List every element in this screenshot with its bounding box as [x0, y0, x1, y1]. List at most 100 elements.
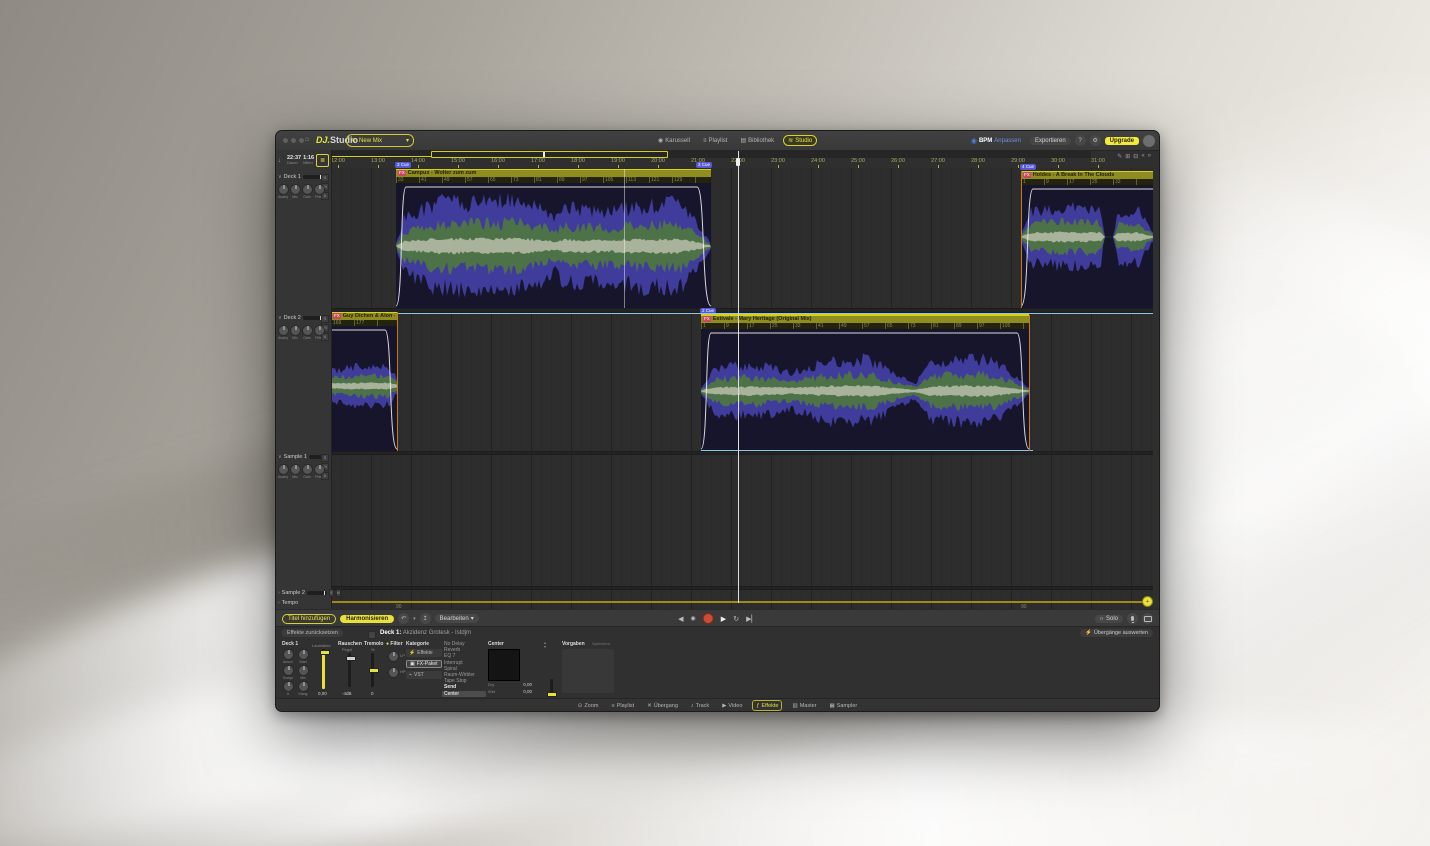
- playhead[interactable]: [738, 151, 739, 603]
- solo-button[interactable]: ∩ Solo: [1094, 614, 1123, 623]
- mix-knob[interactable]: [290, 464, 301, 475]
- harmonize-button[interactable]: Harmonisieren: [340, 614, 395, 623]
- fx-knob-anschlag[interactable]: [283, 649, 294, 660]
- loop-icon[interactable]: ↻: [733, 615, 739, 623]
- analog-knob[interactable]: [278, 325, 289, 336]
- wet-mix-slider-handle[interactable]: [547, 692, 557, 697]
- deck-row-tempo[interactable]: › Tempo: [278, 599, 329, 607]
- cue-chip[interactable]: 3 Cue: [395, 162, 412, 168]
- clip-title-bar[interactable]: FX Estivale - Mary Heritage (Original Mi…: [701, 315, 1029, 323]
- metronome-toggle-icon[interactable]: ◉: [691, 615, 696, 622]
- chevron-down-icon[interactable]: ▾: [413, 616, 416, 622]
- transition-marker[interactable]: [397, 312, 398, 451]
- playhead-handle[interactable]: [736, 158, 740, 166]
- volume-automation-line[interactable]: [331, 311, 397, 313]
- volume-slider-handle[interactable]: [320, 650, 330, 655]
- gain-knob[interactable]: [302, 325, 313, 336]
- share-icon[interactable]: ↥: [419, 613, 431, 624]
- timeline-overview[interactable]: [331, 151, 1091, 158]
- timeline-clip-deck1[interactable]: 3 Cue 3 Cue FX Campux - Wolter zum zum 3…: [395, 162, 712, 308]
- pencil-icon[interactable]: ✎: [1117, 153, 1122, 160]
- deck-row-header[interactable]: › Tempo: [278, 599, 329, 607]
- category-button-effekte[interactable]: ⚡ Effekte: [406, 649, 442, 657]
- user-avatar[interactable]: [1143, 134, 1155, 147]
- filter-knob[interactable]: [314, 464, 325, 475]
- clip-fx-badge[interactable]: FX: [1023, 172, 1031, 178]
- window-controls[interactable]: [283, 138, 307, 145]
- metronome-icon[interactable]: ♩: [278, 157, 285, 164]
- skip-back-icon[interactable]: ◀: [678, 615, 683, 623]
- filter-knob[interactable]: [314, 325, 325, 336]
- filter-lp-knob[interactable]: [388, 651, 399, 662]
- analog-knob[interactable]: [278, 464, 289, 475]
- deck-row-deck-2[interactable]: ∨ Deck 2 S M A Analog Mix Gain Filter: [278, 314, 329, 341]
- skip-forward-icon[interactable]: ▶▏: [746, 615, 757, 623]
- bottom-tab-effekte[interactable]: ƒ Effekte: [752, 700, 783, 711]
- transition-marker[interactable]: [1021, 171, 1022, 308]
- deck-volume-slider[interactable]: [302, 316, 323, 320]
- tempo-node[interactable]: +: [1142, 596, 1153, 607]
- home-icon[interactable]: ⌂: [305, 136, 309, 143]
- add-title-button[interactable]: Titel hinzufügen: [282, 613, 337, 624]
- chevron-down-icon[interactable]: ∨: [278, 174, 282, 180]
- deck-row-deck-1[interactable]: ∨ Deck 1 S M A Analog Mix Gain Filter: [278, 173, 329, 200]
- nav-tab-karussell[interactable]: ◉ Karussell: [654, 136, 694, 145]
- crossfade-automation-line[interactable]: [701, 449, 1033, 451]
- category-button-vst[interactable]: ⌁ VST: [406, 671, 442, 679]
- bpm-link[interactable]: Anpassen: [994, 138, 1021, 144]
- scroll-right-icon[interactable]: »: [1148, 153, 1151, 160]
- presets-list[interactable]: [562, 649, 614, 693]
- mute-button-s[interactable]: S: [321, 174, 329, 182]
- stepper-down-icon[interactable]: ▾: [544, 644, 546, 649]
- chevron-down-icon[interactable]: ∨: [278, 454, 282, 460]
- effect-list-item[interactable]: Center: [442, 690, 486, 697]
- timeline-clip-deck2[interactable]: 2 Cue FX Estivale - Mary Heritage (Origi…: [700, 308, 1029, 451]
- clip-waveform[interactable]: [396, 183, 711, 308]
- chevron-right-icon[interactable]: ›: [278, 590, 280, 596]
- filter-hp-knob[interactable]: [388, 667, 399, 678]
- export-button[interactable]: Exportieren: [1029, 136, 1071, 145]
- mix-knob[interactable]: [290, 325, 301, 336]
- mix-knob[interactable]: [290, 184, 301, 195]
- chevron-right-icon[interactable]: ›: [278, 600, 280, 606]
- gain-knob[interactable]: [302, 464, 313, 475]
- edit-menu-button[interactable]: Bearbeiten ▾: [434, 614, 479, 623]
- fx-knob-kompens.[interactable]: [283, 665, 294, 676]
- zoom-out-icon[interactable]: ⊟: [1133, 153, 1138, 160]
- tremolo-slider-handle[interactable]: [369, 668, 379, 673]
- clip-title-bar[interactable]: FX Guy Dichen & Alon - Sea of Sand: [331, 312, 397, 320]
- category-button-fx-paket[interactable]: ▣ FX-Paket: [406, 660, 442, 668]
- scroll-left-icon[interactable]: «: [1141, 153, 1144, 160]
- upgrade-button[interactable]: Upgrade: [1104, 136, 1139, 145]
- nav-tab-studio[interactable]: ≋ Studio: [783, 135, 818, 146]
- volume-automation-line[interactable]: [1021, 170, 1153, 172]
- nav-tab-playlist[interactable]: ≡ Playlist: [699, 137, 732, 145]
- timeline-clip-deck1[interactable]: 4 Cue FX Holdes - A Break In The Clouds …: [1020, 164, 1153, 308]
- tempo-automation-line[interactable]: [331, 601, 1153, 603]
- transition-marker[interactable]: [1029, 315, 1030, 451]
- fx-knob-klang[interactable]: [298, 681, 309, 692]
- clip-waveform[interactable]: [1021, 185, 1153, 308]
- fx-knob-a[interactable]: [283, 681, 294, 692]
- clip-title-bar[interactable]: FX Campux - Wolter zum zum: [396, 169, 711, 177]
- filter-knob[interactable]: [314, 184, 325, 195]
- auto-arrange-button[interactable]: ≣: [316, 153, 330, 167]
- bottom-tab-master[interactable]: ▥ Master: [789, 703, 819, 709]
- deck-volume-slider[interactable]: [306, 591, 327, 595]
- fx-knob-mix[interactable]: [298, 665, 309, 676]
- evaluate-transitions-button[interactable]: ⚡ Übergänge auswerten: [1080, 629, 1153, 637]
- nav-tab-bibliothek[interactable]: ▤ Bibliothek: [736, 136, 778, 145]
- undo-icon[interactable]: ↶: [398, 613, 410, 624]
- bottom-tab-video[interactable]: ▶ Video: [719, 703, 745, 709]
- volume-automation-line[interactable]: [701, 314, 1029, 316]
- cue-chip[interactable]: 4 Cue: [1020, 164, 1037, 170]
- bottom-tab-sampler[interactable]: ▦ Sampler: [827, 703, 861, 709]
- effects-checkbox[interactable]: [368, 631, 376, 639]
- volume-automation-line[interactable]: [396, 168, 711, 170]
- pegel-slider-handle[interactable]: [346, 656, 356, 661]
- chevron-down-icon[interactable]: ∨: [278, 315, 282, 321]
- settings-gear-icon[interactable]: ⚙: [1089, 135, 1101, 146]
- deck-volume-slider[interactable]: [302, 175, 323, 179]
- gain-knob[interactable]: [302, 184, 313, 195]
- clip-waveform[interactable]: [331, 326, 397, 451]
